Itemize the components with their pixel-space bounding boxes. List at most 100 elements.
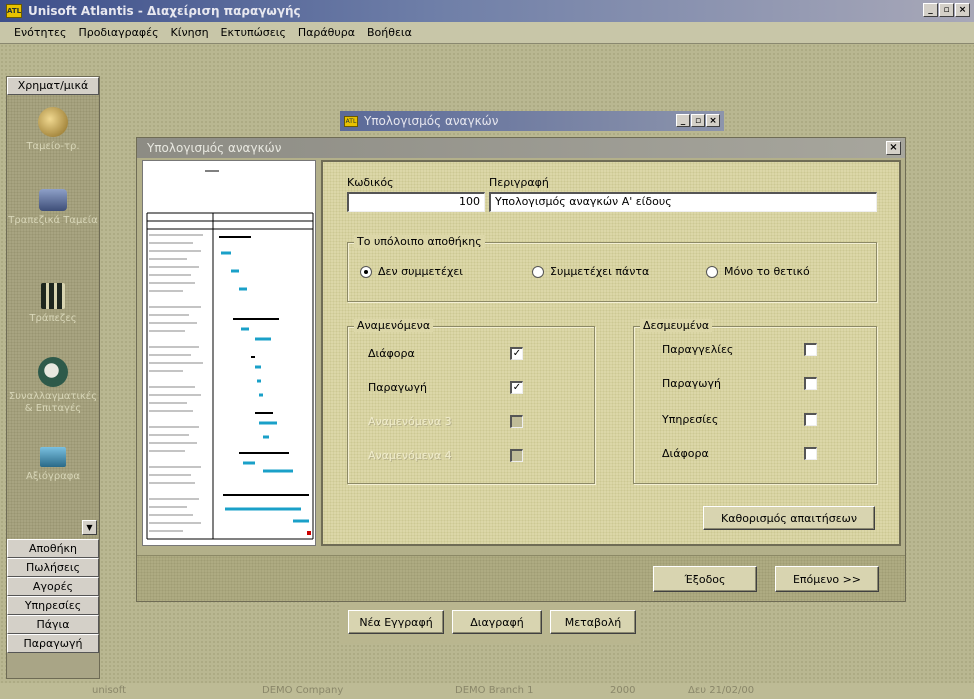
modify-button[interactable]: Μεταβολή xyxy=(550,610,636,634)
dialog-footer: Έξοδος Επόμενο >> xyxy=(137,555,905,601)
radio-not-included[interactable]: Δεν συμμετέχει xyxy=(360,265,463,278)
minimize-button[interactable]: _ xyxy=(923,3,938,17)
expected-group: Αναμενόμενα Διάφορα ✓ Παραγωγή ✓ Αναμενό… xyxy=(347,319,595,484)
back-minimize-button[interactable]: _ xyxy=(676,114,690,127)
expected-group-title: Αναμενόμενα xyxy=(354,319,434,332)
expected-misc-label: Διάφορα xyxy=(368,347,415,360)
reserved-services-label: Υπηρεσίες xyxy=(662,413,719,426)
expected-3-checkbox xyxy=(510,415,523,428)
outlook-section-purchases[interactable]: Αγορές xyxy=(7,577,99,596)
menu-item-movement[interactable]: Κίνηση xyxy=(171,26,209,39)
outlook-item-securities[interactable]: Αξιόγραφα xyxy=(7,447,99,483)
outlook-item-label: Αξιόγραφα xyxy=(26,471,80,482)
back-window-button-panel: Νέα Εγγραφή Διαγραφή Μεταβολή xyxy=(340,600,640,644)
gantt-chart-graphic xyxy=(146,170,314,540)
exit-button[interactable]: Έξοδος xyxy=(653,566,757,592)
stock-balance-group-title: Το υπόλοιπο αποθήκης xyxy=(354,235,485,248)
new-record-button[interactable]: Νέα Εγγραφή xyxy=(348,610,444,634)
reserved-production-label: Παραγωγή xyxy=(662,377,721,390)
menu-item-help[interactable]: Βοήθεια xyxy=(367,26,412,39)
back-close-button[interactable]: × xyxy=(706,114,720,127)
back-maximize-button[interactable]: ▫ xyxy=(691,114,705,127)
status-branch: DEMO Branch 1 xyxy=(455,685,534,696)
app-title-bar: ATL Unisoft Atlantis - Διαχείριση παραγω… xyxy=(0,0,974,22)
outlook-item-label: Τράπεζες xyxy=(29,313,77,324)
bank-icon xyxy=(41,283,65,309)
menu-bar: Ενότητες Προδιαγραφές Κίνηση Εκτυπώσεις … xyxy=(0,22,974,44)
outlook-item-label: Ταμείο-τρ. xyxy=(26,141,80,152)
radio-always-included[interactable]: Συμμετέχει πάντα xyxy=(532,265,649,278)
dialog-close-button[interactable]: × xyxy=(886,141,901,155)
reserved-group-title: Δεσμευμένα xyxy=(640,319,713,332)
dialog-title: Υπολογισμός αναγκών xyxy=(147,141,282,155)
reserved-orders-checkbox[interactable] xyxy=(804,343,817,356)
code-label: Κωδικός xyxy=(347,176,394,189)
requirements-form: Κωδικός Περιγραφή 100 Υπολογισμός αναγκώ… xyxy=(321,160,901,546)
radio-label: Συμμετέχει πάντα xyxy=(550,265,650,278)
expected-4-checkbox xyxy=(510,449,523,462)
menu-item-sections[interactable]: Ενότητες xyxy=(14,26,66,39)
description-label: Περιγραφή xyxy=(489,176,549,189)
status-user: unisoft xyxy=(92,685,127,696)
menu-item-specifications[interactable]: Προδιαγραφές xyxy=(78,26,158,39)
menu-item-prints[interactable]: Εκτυπώσεις xyxy=(221,26,286,39)
expected-production-label: Παραγωγή xyxy=(368,381,427,394)
check-icon xyxy=(38,357,68,387)
document-icon xyxy=(40,447,66,467)
gantt-preview-image xyxy=(142,160,316,546)
reserved-production-checkbox[interactable] xyxy=(804,377,817,390)
outlook-header-finance[interactable]: Χρηματ/μικά xyxy=(7,77,99,95)
outlook-section-production[interactable]: Παραγωγή xyxy=(7,634,99,653)
reserved-misc-label: Διάφορα xyxy=(662,447,709,460)
reserved-orders-label: Παραγγελίες xyxy=(662,343,734,356)
radio-unselected-icon xyxy=(706,265,718,278)
radio-only-positive[interactable]: Μόνο το θετικό xyxy=(706,265,810,278)
back-window-title: Υπολογισμός αναγκών xyxy=(364,114,499,128)
expected-3-label: Αναμενόμενα 3 xyxy=(368,415,452,428)
dialog-title-bar: Υπολογισμός αναγκών × xyxy=(137,138,905,158)
scroll-down-icon[interactable]: ▼ xyxy=(82,520,97,535)
outlook-item-bills[interactable]: Συναλλαγματικές & Επιταγές xyxy=(7,357,99,415)
outlook-section-warehouse[interactable]: Αποθήκη xyxy=(7,539,99,558)
reserved-misc-checkbox[interactable] xyxy=(804,447,817,460)
status-company: DEMO Company xyxy=(262,685,344,696)
outlook-pane: Ταμείο-τρ. Τραπεζικά Ταμεία Τράπεζες Συν… xyxy=(7,95,99,539)
outlook-bar: Χρηματ/μικά Ταμείο-τρ. Τραπεζικά Ταμεία … xyxy=(6,76,100,679)
outlook-item-bank-cash[interactable]: Τραπεζικά Ταμεία xyxy=(7,189,99,227)
window-logo-icon: ATL xyxy=(344,115,358,127)
expected-misc-checkbox[interactable]: ✓ xyxy=(510,347,523,360)
reserved-group: Δεσμευμένα Παραγγελίες Παραγωγή Υπηρεσίε… xyxy=(633,319,877,484)
app-logo-icon: ATL xyxy=(6,4,22,18)
radio-label: Μόνο το θετικό xyxy=(724,265,810,278)
status-bar: unisoft DEMO Company DEMO Branch 1 2000 … xyxy=(0,683,974,699)
next-button[interactable]: Επόμενο >> xyxy=(775,566,879,592)
money-icon xyxy=(39,189,67,211)
expected-production-checkbox[interactable]: ✓ xyxy=(510,381,523,394)
outlook-item-label: Τραπεζικά Ταμεία xyxy=(8,215,98,226)
radio-label: Δεν συμμετέχει xyxy=(378,265,463,278)
code-field[interactable]: 100 xyxy=(347,192,485,212)
delete-button[interactable]: Διαγραφή xyxy=(452,610,542,634)
description-field[interactable]: Υπολογισμός αναγκών Α' είδους xyxy=(489,192,877,212)
status-date: Δευ 21/02/00 xyxy=(688,685,755,696)
outlook-item-label: Συναλλαγματικές & Επιταγές xyxy=(8,391,98,414)
outlook-item-cash[interactable]: Ταμείο-τρ. xyxy=(7,107,99,153)
back-window-title-bar: ATL Υπολογισμός αναγκών _ ▫ × xyxy=(340,111,724,131)
define-requirements-button[interactable]: Καθορισμός απαιτήσεων xyxy=(703,506,875,530)
maximize-button[interactable]: ▫ xyxy=(939,3,954,17)
status-year: 2000 xyxy=(610,685,636,696)
outlook-section-fixed-assets[interactable]: Πάγια xyxy=(7,615,99,634)
globe-icon xyxy=(38,107,68,137)
close-button[interactable]: × xyxy=(955,3,970,17)
app-title: Unisoft Atlantis - Διαχείριση παραγωγής xyxy=(28,4,301,18)
outlook-item-banks[interactable]: Τράπεζες xyxy=(7,283,99,325)
outlook-section-sales[interactable]: Πωλήσεις xyxy=(7,558,99,577)
reserved-services-checkbox[interactable] xyxy=(804,413,817,426)
requirements-dialog: Υπολογισμός αναγκών × Κωδικός Περιγραφή … xyxy=(136,137,906,602)
stock-balance-group: Το υπόλοιπο αποθήκης Δεν συμμετέχει Συμμ… xyxy=(347,235,877,302)
menu-item-windows[interactable]: Παράθυρα xyxy=(298,26,355,39)
outlook-section-services[interactable]: Υπηρεσίες xyxy=(7,596,99,615)
radio-selected-icon xyxy=(360,265,372,278)
radio-unselected-icon xyxy=(532,265,544,278)
expected-4-label: Αναμενόμενα 4 xyxy=(368,449,452,462)
